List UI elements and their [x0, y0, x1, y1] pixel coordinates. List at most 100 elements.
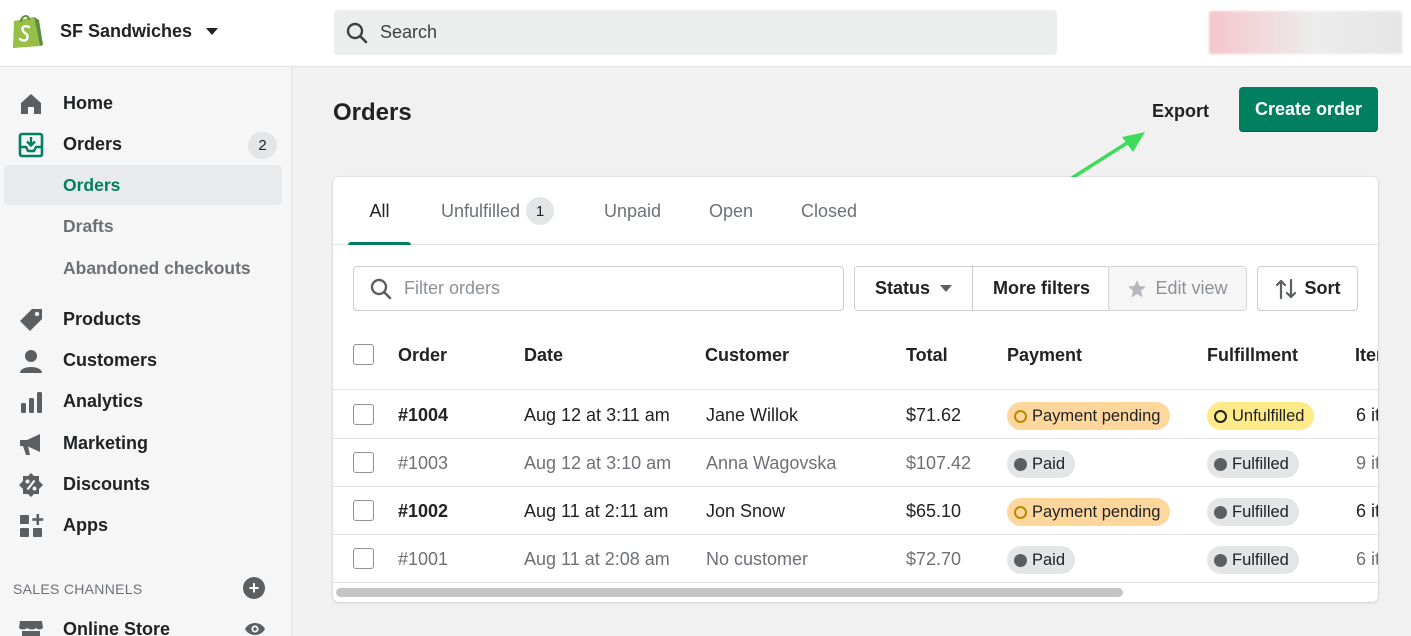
sidebar-subitem-orders[interactable]: Orders	[4, 165, 282, 205]
tab-label: All	[369, 200, 390, 221]
tab-label: Closed	[801, 200, 858, 221]
payment-status-badge: Payment pending	[1007, 402, 1171, 430]
payment-status-label: Paid	[1032, 550, 1066, 569]
column-header-customer[interactable]: Customer	[705, 345, 789, 366]
order-number[interactable]: #1003	[398, 453, 448, 474]
table-row[interactable]: #1002 Aug 11 at 2:11 am Jon Snow $65.10 …	[333, 487, 1378, 535]
more-filters-label: More filters	[993, 278, 1091, 298]
status-filter-label: Status	[875, 278, 931, 298]
tab-unpaid[interactable]: Unpaid	[604, 177, 661, 245]
filter-orders-field[interactable]	[353, 266, 844, 311]
order-date: Aug 11 at 2:11 am	[524, 501, 669, 521]
tab-label: Open	[709, 200, 754, 221]
status-filter-button[interactable]: Status	[855, 267, 973, 310]
row-checkbox[interactable]	[353, 452, 374, 473]
sidebar-item-label: Discounts	[63, 473, 151, 494]
edit-view-button[interactable]: Edit view	[1108, 266, 1247, 311]
caret-down-icon	[940, 285, 953, 292]
sidebar-item-apps[interactable]: Apps	[0, 505, 292, 545]
payment-status-badge: Paid	[1007, 450, 1076, 478]
horizontal-scrollbar[interactable]	[336, 588, 1123, 597]
sidebar-item-products[interactable]: Products	[0, 299, 292, 339]
order-number[interactable]: #1001	[398, 549, 448, 570]
tab-all[interactable]: All	[348, 177, 411, 245]
fulfillment-status-badge: Fulfilled	[1207, 546, 1299, 574]
row-checkbox[interactable]	[353, 500, 374, 521]
order-total: $72.70	[906, 549, 962, 569]
payment-status-label: Payment pending	[1032, 502, 1161, 521]
fulfillment-status-badge: Fulfilled	[1207, 450, 1299, 478]
order-number[interactable]: #1002	[398, 501, 448, 522]
active-tab-indicator	[348, 242, 411, 245]
fulfillment-status-badge: Unfulfilled	[1207, 402, 1315, 430]
order-customer: No customer	[706, 549, 809, 569]
sidebar-item-marketing[interactable]: Marketing	[0, 423, 292, 463]
store-switcher[interactable]: SF Sandwiches	[10, 12, 219, 50]
order-customer: Jane Willok	[706, 405, 799, 425]
order-items: 6 items	[1356, 405, 1378, 425]
status-dot-icon	[1014, 457, 1027, 471]
status-dot-icon	[1214, 553, 1227, 567]
order-total: $71.62	[906, 405, 962, 425]
row-checkbox[interactable]	[353, 548, 374, 569]
column-header-order[interactable]: Order	[398, 345, 447, 366]
sidebar-subitem-drafts[interactable]: Drafts	[4, 206, 282, 246]
tab-unfulfilled[interactable]: Unfulfilled 1	[441, 177, 555, 245]
order-number[interactable]: #1004	[398, 405, 448, 426]
tab-closed[interactable]: Closed	[801, 177, 857, 245]
person-icon	[20, 350, 42, 373]
row-checkbox[interactable]	[353, 404, 374, 425]
sidebar-subitem-label: Orders	[63, 174, 121, 195]
payment-status-badge: Paid	[1007, 546, 1076, 574]
status-dot-icon	[1214, 457, 1227, 471]
column-header-date[interactable]: Date	[524, 345, 563, 366]
sidebar-item-label: Home	[63, 92, 114, 113]
tag-icon	[20, 309, 42, 331]
shopify-bag-icon	[13, 15, 43, 48]
account-menu-blurred[interactable]	[1209, 11, 1402, 54]
order-date: Aug 12 at 3:10 am	[524, 453, 672, 473]
table-row[interactable]: #1003 Aug 12 at 3:10 am Anna Wagovska $1…	[333, 439, 1378, 487]
select-all-checkbox[interactable]	[353, 344, 374, 365]
payment-status-label: Paid	[1032, 454, 1066, 473]
fulfillment-status-label: Fulfilled	[1232, 454, 1289, 473]
sidebar-item-label: Marketing	[63, 432, 149, 453]
add-sales-channel-button[interactable]: +	[243, 577, 265, 599]
order-date: Aug 12 at 3:11 am	[524, 405, 670, 425]
column-header-fulfillment[interactable]: Fulfillment	[1207, 345, 1298, 366]
order-customer: Anna Wagovska	[706, 453, 837, 473]
status-dot-icon	[1014, 409, 1027, 423]
sidebar-item-customers[interactable]: Customers	[0, 340, 292, 380]
column-header-items[interactable]: Items	[1355, 345, 1378, 366]
create-order-button[interactable]: Create order	[1239, 87, 1378, 132]
filter-orders-input[interactable]	[404, 278, 804, 299]
column-header-total[interactable]: Total	[906, 345, 948, 366]
order-total: $107.42	[906, 453, 972, 473]
unfulfilled-count-badge: 1	[526, 197, 555, 225]
table-row[interactable]: #1004 Aug 12 at 3:11 am Jane Willok $71.…	[333, 391, 1378, 439]
sidebar-item-home[interactable]: Home	[0, 83, 292, 123]
sidebar-item-analytics[interactable]: Analytics	[0, 381, 292, 421]
column-header-payment[interactable]: Payment	[1007, 345, 1082, 366]
store-icon	[19, 621, 43, 636]
search-placeholder: Search	[380, 22, 438, 42]
sidebar-subitem-abandoned-checkouts[interactable]: Abandoned checkouts	[4, 248, 282, 288]
order-items: 6 items	[1356, 549, 1378, 569]
home-icon	[21, 94, 41, 114]
sidebar-item-discounts[interactable]: Discounts	[0, 464, 292, 504]
fulfillment-status-label: Fulfilled	[1232, 550, 1289, 569]
orders-card: All Unfulfilled 1 Unpaid Open Closed Sta…	[333, 177, 1378, 602]
eye-icon[interactable]	[244, 620, 266, 636]
sidebar-subitem-label: Drafts	[63, 215, 114, 236]
sidebar-item-label: Online Store	[63, 618, 171, 636]
sidebar-item-label: Customers	[63, 349, 158, 370]
sidebar: Home Orders 2 Orders Drafts Abandoned ch…	[0, 67, 292, 636]
export-button[interactable]: Export	[1140, 96, 1221, 126]
sort-button[interactable]: Sort	[1257, 266, 1358, 311]
bar-chart-icon	[21, 392, 42, 413]
sidebar-item-orders[interactable]: Orders 2	[0, 124, 292, 164]
table-row[interactable]: #1001 Aug 11 at 2:08 am No customer $72.…	[333, 535, 1378, 583]
global-search[interactable]: Search	[334, 10, 1057, 55]
tab-open[interactable]: Open	[709, 177, 753, 245]
more-filters-button[interactable]: More filters	[972, 267, 1111, 310]
